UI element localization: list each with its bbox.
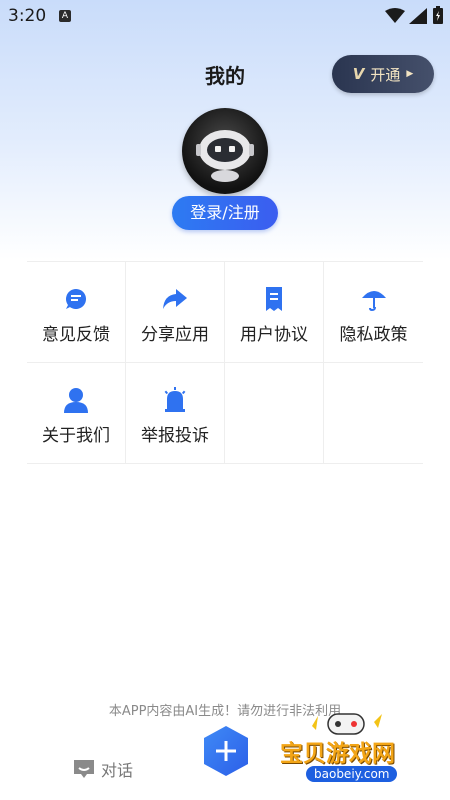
menu-item-privacy[interactable]: 隐私政策 [324, 262, 423, 363]
umbrella-icon [361, 286, 387, 312]
vip-icon: V [352, 65, 365, 83]
watermark-url: baobeiy.com [306, 766, 398, 782]
menu-label: 意见反馈 [42, 325, 110, 345]
menu-item-agreement[interactable]: 用户协议 [225, 262, 324, 363]
login-register-button[interactable]: 登录/注册 [172, 196, 278, 230]
tab-chat[interactable]: 对话 [73, 757, 133, 781]
status-time: 3:20 [8, 6, 47, 26]
menu-item-share[interactable]: 分享应用 [126, 262, 225, 363]
menu-label: 分享应用 [141, 325, 209, 345]
menu-empty-cell [225, 363, 324, 464]
menu-item-report[interactable]: 举报投诉 [126, 363, 225, 464]
tab-chat-label: 对话 [101, 761, 134, 780]
chat-tab-icon [74, 760, 94, 778]
robot-icon [196, 130, 254, 182]
add-fab-button[interactable] [199, 724, 253, 778]
menu-item-about[interactable]: 关于我们 [27, 363, 126, 464]
alarm-icon [162, 387, 188, 413]
avatar[interactable] [182, 108, 268, 194]
menu-label: 举报投诉 [141, 426, 209, 446]
menu-empty-cell [324, 363, 423, 464]
status-bar: 3:20 A [0, 0, 450, 32]
menu-label: 用户协议 [240, 325, 308, 345]
menu-label: 隐私政策 [339, 325, 408, 345]
menu-grid: 意见反馈 分享应用 用户协议 隐私政策 关于我们 举报投诉 [27, 261, 423, 464]
vip-open-button[interactable]: V 开通 ▶ [332, 55, 434, 93]
document-icon [261, 286, 287, 312]
chat-bubble-icon [63, 286, 89, 312]
chevron-right-icon: ▶ [406, 69, 414, 79]
wifi-icon [385, 8, 405, 23]
watermark-logo: 宝贝游戏网 baobeiy.com [272, 706, 442, 796]
menu-item-feedback[interactable]: 意见反馈 [27, 262, 126, 363]
battery-icon [433, 6, 443, 24]
share-arrow-icon [162, 286, 188, 312]
notification-a-icon: A [59, 10, 71, 22]
vip-label: 开通 [370, 65, 401, 84]
watermark-title: 宝贝游戏网 [280, 741, 395, 767]
signal-icon [409, 8, 427, 24]
person-icon [63, 387, 89, 413]
menu-label: 关于我们 [42, 426, 110, 446]
